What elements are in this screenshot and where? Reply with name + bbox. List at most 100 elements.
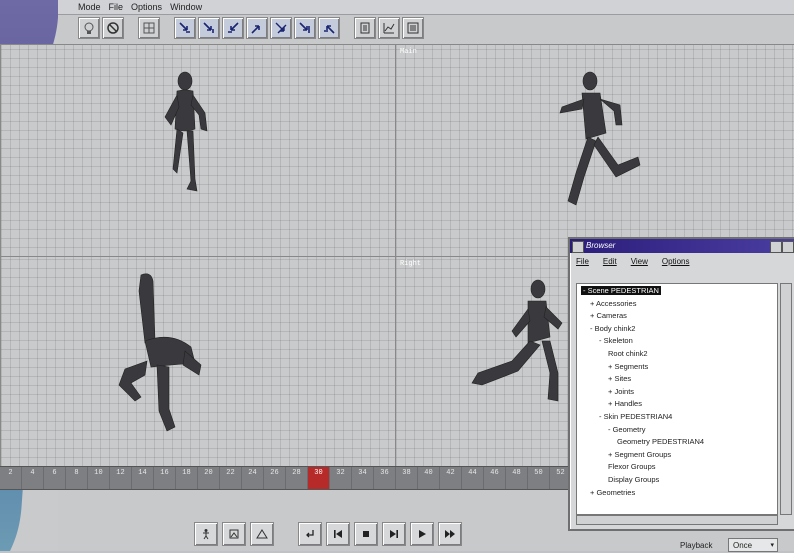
tree-node[interactable]: + Accessories bbox=[590, 299, 636, 308]
timeline-scrubber[interactable]: 2 4 6 8 10 12 14 16 18 20 22 24 26 28 30 32 34 36 38 40 42 44… bbox=[0, 466, 625, 490]
tree-node[interactable]: + Handles bbox=[608, 399, 642, 408]
viewport-top[interactable] bbox=[0, 256, 397, 468]
playback-mode-select[interactable]: Once ▾ bbox=[728, 538, 778, 552]
maximize-icon[interactable] bbox=[782, 241, 794, 253]
menu-mode[interactable]: Mode bbox=[78, 0, 101, 14]
viewport-front[interactable] bbox=[0, 44, 397, 258]
zoom-tool-button[interactable] bbox=[294, 17, 316, 39]
frame-tick[interactable]: 36 bbox=[374, 467, 396, 489]
frame-tick[interactable]: 16 bbox=[154, 467, 176, 489]
arrow-tool-icon bbox=[275, 22, 287, 34]
scale-tool-button[interactable] bbox=[222, 17, 244, 39]
frame-tick[interactable]: 30 bbox=[308, 467, 330, 489]
menu-bar: Mode File Options Window bbox=[78, 0, 202, 14]
scene-tree[interactable]: - Scene PEDESTRIAN + Accessories + Cameras… bbox=[576, 283, 778, 515]
toolbar bbox=[78, 16, 424, 40]
arrow-tool-icon bbox=[299, 22, 310, 33]
frame-tick[interactable]: 6 bbox=[44, 467, 66, 489]
move-tool-button[interactable] bbox=[174, 17, 196, 39]
frame-tick[interactable]: 50 bbox=[528, 467, 550, 489]
vertical-scrollbar[interactable] bbox=[780, 283, 792, 515]
rotate-tool-button[interactable] bbox=[198, 17, 220, 39]
frame-tick[interactable]: 34 bbox=[352, 467, 374, 489]
translate-tool-button[interactable] bbox=[246, 17, 268, 39]
menu-options[interactable]: Options bbox=[131, 0, 162, 14]
tree-node[interactable]: - Geometry bbox=[608, 425, 646, 434]
frame-tick[interactable]: 18 bbox=[176, 467, 198, 489]
window-menu-icon[interactable] bbox=[572, 241, 584, 253]
menu-file[interactable]: File bbox=[109, 0, 124, 14]
stop-button[interactable] bbox=[354, 522, 378, 546]
frame-tick[interactable]: 46 bbox=[484, 467, 506, 489]
browser-menu-options[interactable]: Options bbox=[662, 255, 690, 269]
no-entry-icon bbox=[107, 22, 119, 34]
frame-tick[interactable]: 8 bbox=[66, 467, 88, 489]
graph-editor-button[interactable] bbox=[378, 17, 400, 39]
menu-window[interactable]: Window bbox=[170, 0, 202, 14]
frame-tick[interactable]: 2 bbox=[0, 467, 22, 489]
tree-node[interactable]: + Segment Groups bbox=[608, 450, 671, 459]
browser-menu-file[interactable]: File bbox=[576, 255, 589, 269]
grid-icon bbox=[143, 22, 155, 34]
frame-tick[interactable]: 24 bbox=[242, 467, 264, 489]
grid-tool-button[interactable] bbox=[138, 17, 160, 39]
frame-tick[interactable]: 28 bbox=[286, 467, 308, 489]
play-button[interactable] bbox=[410, 522, 434, 546]
browser-button[interactable] bbox=[402, 17, 424, 39]
frame-tick[interactable]: 32 bbox=[330, 467, 352, 489]
select-tool-button[interactable] bbox=[78, 17, 100, 39]
fast-forward-button[interactable] bbox=[438, 522, 462, 546]
minimize-icon[interactable] bbox=[770, 241, 782, 253]
keyframe-icon bbox=[229, 529, 239, 539]
figure-icon bbox=[203, 529, 209, 540]
go-to-end-button[interactable] bbox=[382, 522, 406, 546]
browser-window[interactable]: Browser File Edit View Options - Scene P… bbox=[568, 237, 794, 531]
path-mode-button[interactable] bbox=[250, 522, 274, 546]
frame-tick[interactable]: 4 bbox=[22, 467, 44, 489]
tree-node[interactable]: Root chink2 bbox=[608, 349, 648, 358]
figure-mode-button[interactable] bbox=[194, 522, 218, 546]
frame-tick[interactable]: 38 bbox=[396, 467, 418, 489]
viewport-main[interactable]: Main bbox=[395, 44, 794, 258]
app-window: Mode File Options Window Main Right 2 4 … bbox=[0, 0, 794, 552]
frame-tick[interactable]: 48 bbox=[506, 467, 528, 489]
frame-tick[interactable]: 14 bbox=[132, 467, 154, 489]
tree-node[interactable]: + Joints bbox=[608, 387, 634, 396]
frame-tick[interactable]: 40 bbox=[418, 467, 440, 489]
frame-tick[interactable]: 26 bbox=[264, 467, 286, 489]
stop-tool-button[interactable] bbox=[102, 17, 124, 39]
arrow-tool-icon bbox=[251, 25, 260, 34]
tree-node[interactable]: - Scene PEDESTRIAN bbox=[581, 286, 661, 295]
tree-node[interactable]: Geometry PEDESTRIAN4 bbox=[617, 437, 704, 446]
browser-menu-view[interactable]: View bbox=[631, 255, 648, 269]
tree-node[interactable]: - Skin PEDESTRIAN4 bbox=[599, 412, 672, 421]
browser-title-bar[interactable]: Browser bbox=[570, 239, 794, 253]
pan-tool-button[interactable] bbox=[270, 17, 292, 39]
tree-node[interactable]: Flexor Groups bbox=[608, 462, 656, 471]
tree-node[interactable]: + Sites bbox=[608, 374, 631, 383]
horizontal-scrollbar[interactable] bbox=[576, 515, 778, 525]
tree-node[interactable]: - Body chink2 bbox=[590, 324, 635, 333]
arrow-tool-icon bbox=[203, 22, 214, 33]
frame-tick[interactable]: 12 bbox=[110, 467, 132, 489]
frame-tick[interactable]: 44 bbox=[462, 467, 484, 489]
frame-tick[interactable]: 10 bbox=[88, 467, 110, 489]
fast-forward-icon bbox=[445, 530, 455, 538]
sequence-editor-button[interactable] bbox=[354, 17, 376, 39]
go-to-start-button[interactable] bbox=[326, 522, 350, 546]
frame-tick[interactable]: 22 bbox=[220, 467, 242, 489]
keyframe-mode-button[interactable] bbox=[222, 522, 246, 546]
tree-node[interactable]: Display Groups bbox=[608, 475, 659, 484]
running-figure-front bbox=[164, 71, 208, 192]
tree-node[interactable]: + Cameras bbox=[590, 311, 627, 320]
lightbulb-icon bbox=[84, 22, 94, 34]
browser-menu-bar: File Edit View Options bbox=[570, 255, 794, 269]
frame-tick[interactable]: 20 bbox=[198, 467, 220, 489]
loop-button[interactable] bbox=[298, 522, 322, 546]
frame-tick[interactable]: 42 bbox=[440, 467, 462, 489]
tree-node[interactable]: + Segments bbox=[608, 362, 648, 371]
tree-node[interactable]: - Skeleton bbox=[599, 336, 633, 345]
orbit-tool-button[interactable] bbox=[318, 17, 340, 39]
browser-menu-edit[interactable]: Edit bbox=[603, 255, 617, 269]
tree-node[interactable]: + Geometries bbox=[590, 488, 635, 497]
